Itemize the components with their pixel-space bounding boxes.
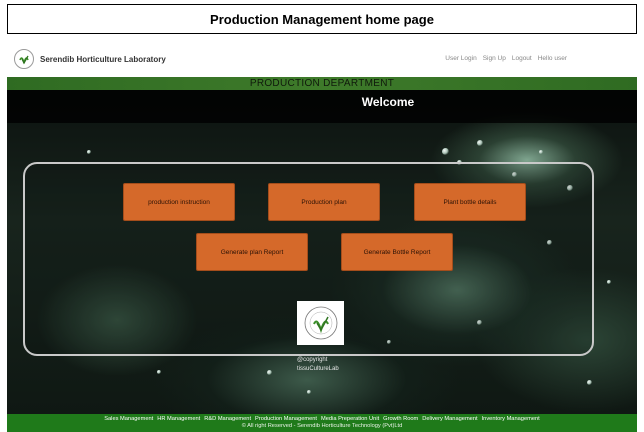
footer-copyright: © All right Reserved - Serendib Horticul…: [241, 423, 403, 429]
footer-link-production[interactable]: Production Management: [255, 416, 317, 422]
seal-logo-icon: [304, 306, 337, 340]
footer-link-growth-room[interactable]: Growth Room: [383, 416, 418, 422]
brand-name: Serendib Horticulture Laboratory: [40, 54, 166, 64]
footer-link-delivery[interactable]: Delivery Management: [422, 416, 477, 422]
hero-section: Welcome production instruction Productio…: [7, 90, 637, 414]
user-login-link[interactable]: User Login: [445, 55, 476, 62]
hello-user-text: Hello user: [537, 55, 567, 62]
footer-link-sales[interactable]: Sales Management: [104, 416, 153, 422]
page-caption: Production Management home page: [7, 4, 637, 34]
footer-nav: Sales Management HR Management R&D Manag…: [7, 414, 637, 422]
hero-copyright: @copyright tissuCultureLab: [297, 357, 339, 372]
logout-link[interactable]: Logout: [512, 55, 532, 62]
plant-bottle-details-button[interactable]: Plant bottle details: [414, 183, 526, 221]
top-header: Serendib Horticulture Laboratory User Lo…: [7, 42, 637, 76]
footer-link-hr[interactable]: HR Management: [157, 416, 200, 422]
footer-link-inventory[interactable]: Inventory Management: [482, 416, 540, 422]
production-instruction-button[interactable]: production instruction: [123, 183, 235, 221]
footer: Sales Management HR Management R&D Manag…: [7, 414, 637, 432]
leaf-logo-icon: [14, 49, 34, 69]
production-plan-button[interactable]: Production plan: [268, 183, 380, 221]
generate-bottle-report-button[interactable]: Generate Bottle Report: [341, 233, 453, 271]
welcome-heading: Welcome: [361, 95, 415, 109]
generate-plan-report-button[interactable]: Generate plan Report: [196, 233, 308, 271]
footer-link-rnd[interactable]: R&D Management: [204, 416, 251, 422]
brand-logo[interactable]: Serendib Horticulture Laboratory: [14, 49, 166, 69]
account-links: User Login Sign Up Logout Hello user: [445, 55, 567, 62]
department-title: PRODUCTION DEPARTMENT: [7, 77, 637, 90]
sign-up-link[interactable]: Sign Up: [483, 55, 506, 62]
company-logo: [297, 301, 344, 345]
footer-link-media[interactable]: Media Preperation Unit: [321, 416, 379, 422]
